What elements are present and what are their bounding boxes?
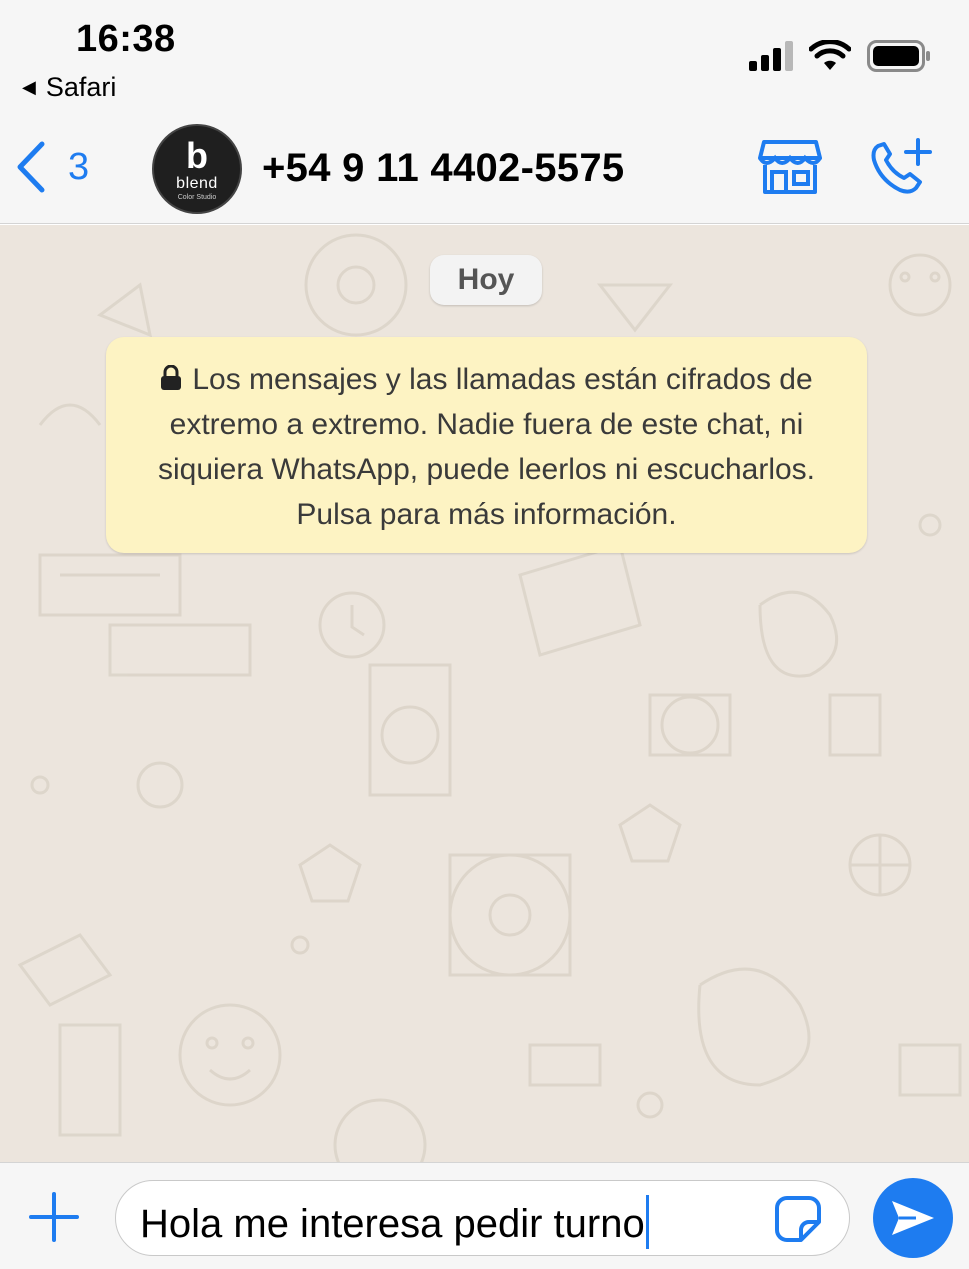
battery-icon bbox=[867, 40, 930, 72]
add-call-button[interactable] bbox=[868, 138, 932, 201]
sticker-icon bbox=[775, 1196, 821, 1242]
plus-icon bbox=[29, 1192, 79, 1242]
status-icons bbox=[749, 40, 931, 72]
status-time: 16:38 bbox=[76, 18, 176, 60]
back-button[interactable]: 3 bbox=[14, 140, 89, 194]
chevron-left-icon bbox=[17, 141, 45, 193]
status-bar: 16:38 ◀ Safari bbox=[0, 0, 969, 120]
chat-body[interactable]: Hoy Los mensajes y las llamadas están ci… bbox=[0, 225, 969, 1162]
send-button[interactable] bbox=[873, 1178, 953, 1258]
date-chip: Hoy bbox=[430, 255, 542, 305]
message-input-text: Hola me interesa pedir turno bbox=[140, 1202, 645, 1246]
encryption-notice-text: Los mensajes y las llamadas están cifrad… bbox=[157, 363, 816, 531]
contact-avatar[interactable]: b blend Color Studio bbox=[152, 124, 242, 214]
signal-icon bbox=[749, 41, 793, 71]
back-triangle-icon: ◀ bbox=[22, 77, 36, 97]
unread-count: 3 bbox=[68, 145, 90, 188]
encryption-notice[interactable]: Los mensajes y las llamadas están cifrad… bbox=[106, 337, 867, 553]
chat-header: 3 b blend Color Studio +54 9 11 4402-557… bbox=[0, 120, 969, 224]
attach-button[interactable] bbox=[28, 1191, 80, 1248]
message-input-value: Hola me interesa pedir turno bbox=[140, 1195, 649, 1249]
contact-name[interactable]: +54 9 11 4402-5575 bbox=[262, 146, 624, 191]
send-icon bbox=[892, 1201, 934, 1235]
wifi-icon bbox=[809, 40, 851, 70]
avatar-logo-word: blend bbox=[176, 174, 218, 192]
call-add-icon bbox=[871, 138, 932, 194]
avatar-logo-sub: Color Studio bbox=[177, 193, 217, 201]
text-caret bbox=[645, 1195, 649, 1249]
back-app-label: Safari bbox=[45, 72, 117, 102]
whatsapp-chat-screen: 16:38 ◀ Safari 3 b blend Color Studio +5… bbox=[0, 0, 969, 1269]
composer-bar: Hola me interesa pedir turno bbox=[0, 1162, 969, 1269]
catalog-button[interactable] bbox=[758, 138, 822, 201]
sticker-button[interactable] bbox=[773, 1194, 823, 1249]
back-to-app-button[interactable]: ◀ Safari bbox=[22, 72, 116, 103]
avatar-logo-letter: b bbox=[186, 134, 208, 176]
lock-icon bbox=[161, 365, 182, 390]
shop-icon bbox=[758, 140, 822, 194]
message-input[interactable]: Hola me interesa pedir turno bbox=[115, 1180, 850, 1256]
